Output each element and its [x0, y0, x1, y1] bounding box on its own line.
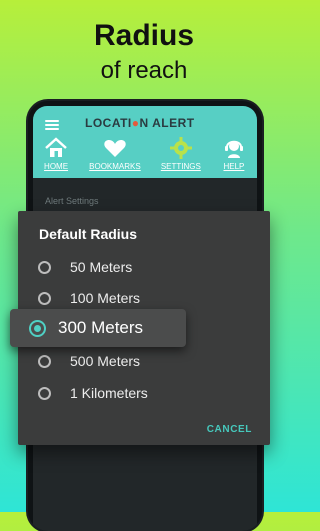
promo-headline: Radius of reach: [0, 18, 288, 86]
nav-home[interactable]: HOME: [43, 136, 69, 176]
nav-bookmarks[interactable]: BOOKMARKS: [89, 136, 141, 176]
nav-settings[interactable]: SETTINGS: [161, 136, 201, 176]
home-icon: [43, 136, 69, 160]
promo-title: Radius: [93, 19, 195, 52]
radio-unchecked-icon[interactable]: [38, 354, 51, 368]
radio-unchecked-icon[interactable]: [38, 386, 51, 400]
nav-bookmarks-label: BOOKMARKS: [89, 162, 141, 171]
option-label: 50 Meters: [70, 259, 133, 275]
nav-settings-label: SETTINGS: [160, 162, 201, 171]
menu-icon[interactable]: [45, 120, 59, 130]
promo-subtitle: of reach: [100, 57, 188, 84]
app-logo: LOCATI●N ALERT: [85, 116, 195, 130]
radio-unchecked-icon[interactable]: [38, 291, 51, 305]
app-header: LOCATI●N ALERT HOME BOOKMARKS SETTINGS H…: [33, 106, 257, 178]
option-label: 100 Meters: [70, 290, 141, 306]
gear-icon: [168, 136, 194, 160]
radio-unchecked-icon[interactable]: [38, 260, 51, 274]
option-label: 500 Meters: [70, 353, 141, 369]
alert-settings-label: Alert Settings: [45, 196, 99, 206]
option-label: 1 Kilometers: [70, 385, 148, 401]
radius-option-300m-selected[interactable]: 300 Meters: [10, 309, 186, 347]
nav-home-label: HOME: [44, 162, 69, 171]
radio-checked-icon[interactable]: [29, 319, 46, 337]
option-label: 300 Meters: [58, 318, 144, 337]
radius-option-1km[interactable]: 1 Kilometers: [38, 385, 148, 401]
nav-help[interactable]: HELP: [221, 136, 247, 176]
cancel-button[interactable]: CANCEL: [207, 424, 252, 435]
radius-option-500m[interactable]: 500 Meters: [38, 353, 140, 369]
headset-icon: [221, 136, 247, 160]
dialog-title: Default Radius: [39, 226, 138, 242]
heart-icon: [102, 136, 128, 160]
radius-option-100m[interactable]: 100 Meters: [38, 290, 140, 306]
nav-bar: HOME BOOKMARKS SETTINGS HELP: [33, 136, 257, 176]
location-pin-icon: ●: [131, 116, 140, 130]
radius-option-50m[interactable]: 50 Meters: [38, 259, 132, 275]
nav-help-label: HELP: [223, 162, 245, 171]
